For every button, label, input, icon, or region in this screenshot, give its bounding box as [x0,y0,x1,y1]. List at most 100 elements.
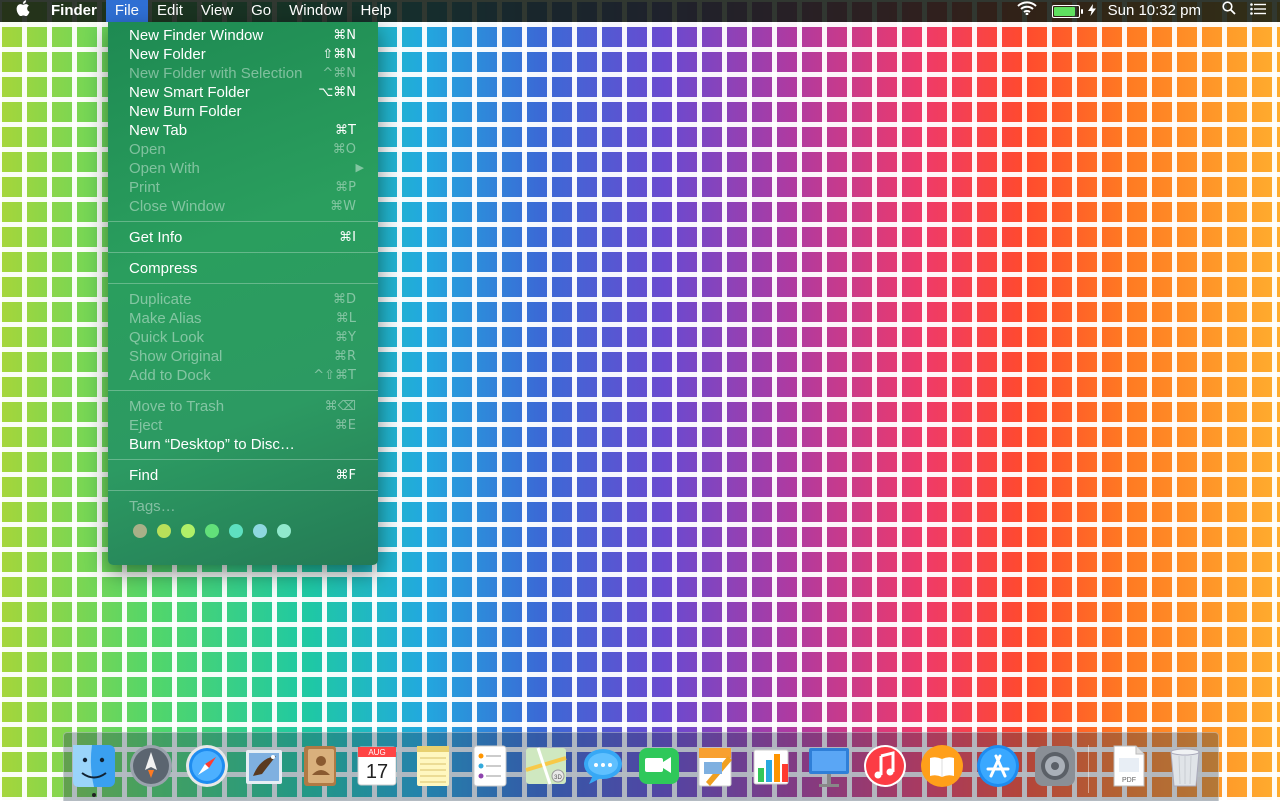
tag-color-dot[interactable] [277,524,291,538]
menu-item-new-burn-folder[interactable]: New Burn Folder [108,102,378,121]
svg-text:17: 17 [365,761,387,783]
menu-item-new-folder[interactable]: New Folder ⇧⌘N [108,45,378,64]
menu-item-label: Eject [129,417,163,434]
menu-item-shortcut: ⌘O [332,142,356,157]
menu-item-shortcut: ⌥⌘N [318,85,356,100]
svg-text:AUG: AUG [368,748,385,757]
menu-item-label: Quick Look [129,329,205,346]
menu-item-make-alias: Make Alias ⌘L [108,309,378,328]
tag-color-dot[interactable] [157,524,171,538]
menu-item-burn-desktop-to-disc[interactable]: Burn “Desktop” to Disc… [108,435,378,454]
menu-help[interactable]: Help [352,0,401,22]
menu-item-show-original: Show Original ⌘R [108,347,378,366]
menu-separator [108,252,378,253]
bolt-icon [1087,3,1096,20]
menu-item-label: Duplicate [129,291,192,308]
status-area: Sun 10:32 pm [1010,0,1280,22]
tag-color-row [108,524,378,538]
menu-item-shortcut: ⌘Y [335,330,356,345]
menu-item-label: New Smart Folder [129,84,250,101]
itunes-icon[interactable] [861,742,909,792]
menu-separator [108,459,378,460]
menu-item-shortcut: ⌘E [334,418,356,433]
menu-item-new-tab[interactable]: New Tab ⌘T [108,121,378,140]
battery-icon [1051,4,1083,18]
menu-item-shortcut: ⌘W [330,199,356,214]
notification-center-icon[interactable] [1243,0,1280,22]
calendar-icon[interactable]: AUG 17 [353,742,401,792]
menu-separator [108,221,378,222]
menu-item-label: Add to Dock [129,367,211,384]
finder-icon[interactable] [70,742,118,792]
menu-item-shortcut: ^⇧⌘T [313,368,356,383]
menu-item-move-to-trash: Move to Trash ⌘⌫ [108,397,378,416]
menu-separator [108,490,378,491]
menu-item-compress[interactable]: Compress [108,259,378,278]
safari-icon[interactable] [183,742,231,792]
facetime-icon[interactable] [635,742,683,792]
wifi-icon[interactable] [1010,0,1044,22]
menu-edit[interactable]: Edit [148,0,192,22]
dock: AUG 17 3D PDF [63,732,1219,801]
menu-item-get-info[interactable]: Get Info ⌘I [108,228,378,247]
running-indicator [92,793,96,797]
tag-color-dot[interactable] [181,524,195,538]
mail-icon[interactable] [240,742,288,792]
battery-indicator[interactable] [1044,3,1096,20]
reminders-icon[interactable] [466,742,514,792]
menu-item-shortcut: ⌘P [335,180,356,195]
menu-item-new-folder-with-selection: New Folder with Selection ^⌘N [108,64,378,83]
menu-item-shortcut: ^⌘N [322,66,356,81]
tag-color-dot[interactable] [205,524,219,538]
messages-icon[interactable] [579,742,627,792]
keynote-icon[interactable] [805,742,853,792]
menu-item-shortcut: ⌘N [333,28,356,43]
menu-item-label: Print [129,179,160,196]
maps-icon[interactable]: 3D [522,742,570,792]
menu-item-label: Open [129,141,166,158]
spotlight-icon[interactable] [1215,0,1243,22]
menu-file[interactable]: File [105,0,149,22]
menu-item-label: Compress [129,260,198,277]
menu-item-label: New Tab [129,122,188,139]
svg-text:3D: 3D [554,775,562,781]
menu-item-print: Print ⌘P [108,178,378,197]
menubar-clock[interactable]: Sun 10:32 pm [1096,0,1215,22]
menu-window[interactable]: Window [280,0,351,22]
contacts-icon[interactable] [296,742,344,792]
menu-item-close-window: Close Window ⌘W [108,197,378,216]
menu-item-shortcut: ⌘R [333,349,356,364]
app-menu-finder[interactable]: Finder [42,0,106,22]
ibooks-icon[interactable] [918,742,966,792]
menu-go[interactable]: Go [242,0,280,22]
menu-item-shortcut: ⇧⌘N [322,47,356,62]
menu-item-label: Move to Trash [129,398,225,415]
svg-text:PDF: PDF [1122,777,1136,784]
apple-menu-icon[interactable] [0,0,42,22]
menu-item-label: Open With [129,160,200,177]
menu-item-find[interactable]: Find ⌘F [108,466,378,485]
launchpad-icon[interactable] [127,742,175,792]
tag-color-dot[interactable] [253,524,267,538]
numbers-icon[interactable] [748,742,796,792]
menu-item-tags: Tags… [108,497,378,516]
menu-item-new-smart-folder[interactable]: New Smart Folder ⌥⌘N [108,83,378,102]
menu-item-new-finder-window[interactable]: New Finder Window ⌘N [108,26,378,45]
menu-item-label: Show Original [129,348,223,365]
submenu-arrow-icon: ▶ [355,162,364,174]
pages-icon[interactable] [692,742,740,792]
menu-item-label: Find [129,467,159,484]
tag-color-dot[interactable] [133,524,147,538]
pdf-document-icon[interactable]: PDF [1104,742,1152,792]
notes-icon[interactable] [409,742,457,792]
tag-color-dot[interactable] [229,524,243,538]
menu-view[interactable]: View [192,0,242,22]
system-preferences-icon[interactable] [1031,742,1079,792]
menu-item-shortcut: ⌘F [335,468,356,483]
file-menu-dropdown: New Finder Window ⌘N New Folder ⇧⌘N New Fold… [108,22,378,565]
menu-item-shortcut: ⌘L [335,311,356,326]
trash-icon[interactable] [1161,742,1209,792]
menu-item-shortcut: ⌘T [335,123,356,138]
menu-item-quick-look: Quick Look ⌘Y [108,328,378,347]
app-store-icon[interactable] [974,742,1022,792]
